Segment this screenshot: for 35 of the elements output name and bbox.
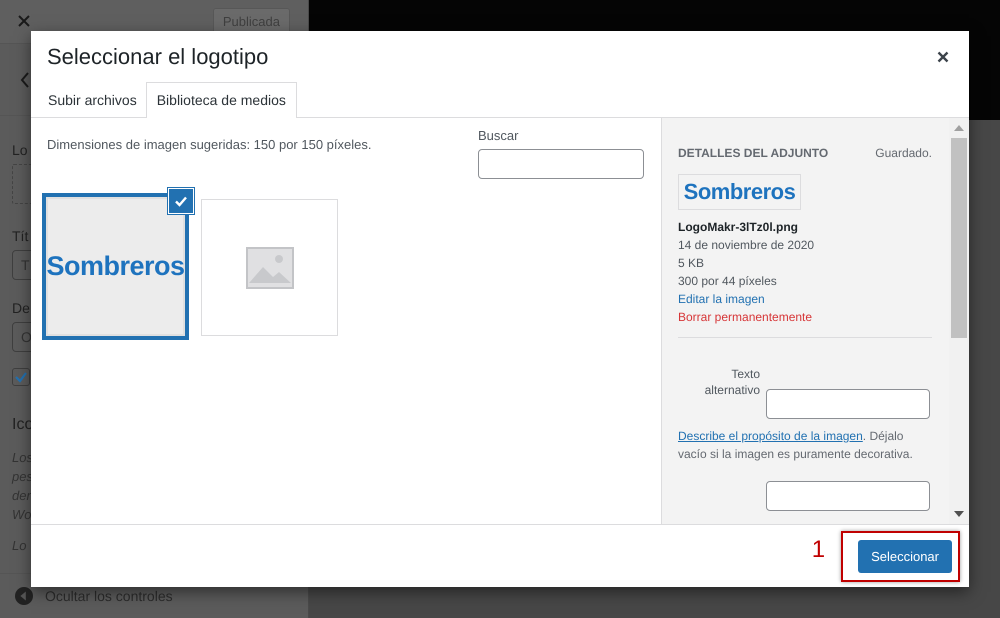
attachment-preview: Sombreros — [678, 174, 801, 210]
close-icon[interactable] — [937, 50, 949, 62]
search-field[interactable] — [478, 149, 644, 179]
back-icon[interactable] — [20, 72, 30, 88]
caption-field[interactable] — [766, 481, 930, 511]
delete-link[interactable]: Borrar permanentemente — [678, 308, 932, 326]
edit-image-link[interactable]: Editar la imagen — [678, 290, 932, 308]
search-label: Buscar — [478, 128, 520, 143]
field-label: Tít — [12, 228, 28, 244]
upload-date: 14 de noviembre de 2020 — [678, 237, 816, 254]
image-dimensions: 300 por 44 píxeles — [678, 273, 778, 290]
hint-text: Dimensiones de imagen sugeridas: 150 por 150 píxeles. — [46, 136, 372, 154]
dialog-title: Seleccionar el logotipo — [47, 44, 268, 70]
scroll-up-icon[interactable] — [954, 125, 964, 131]
tab[interactable]: Subir archivos — [39, 82, 146, 118]
alt-text-label: Texto alternativo — [704, 366, 760, 398]
collapse-icon[interactable] — [15, 587, 33, 606]
field-label: Lo — [12, 142, 28, 158]
scroll-down-icon[interactable] — [954, 511, 964, 517]
help-link[interactable]: Describe el propósito de la imagen — [678, 429, 863, 443]
file-name: LogoMakr-3lTz0l.png — [678, 219, 799, 236]
alt-text-field[interactable] — [766, 389, 930, 419]
details-heading: DETALLES DEL ADJUNTO — [678, 146, 828, 160]
checkbox[interactable] — [12, 368, 30, 386]
check-icon[interactable] — [168, 188, 194, 214]
tab[interactable]: Biblioteca de medios — [146, 82, 297, 118]
select-button[interactable]: Seleccionar — [858, 540, 952, 572]
help-text: Describe el propósito de la imagen. Déjalo vacío si la imagen es puramente decorativa. — [678, 428, 914, 463]
annotation-number: 1 — [812, 536, 826, 564]
file-size: 5 KB — [678, 255, 706, 272]
saved-status: Guardado. — [875, 146, 932, 160]
logo-text: Sombreros — [46, 251, 185, 282]
image-placeholder-icon — [246, 246, 294, 288]
attachment-thumbnail[interactable] — [201, 199, 338, 336]
field-label: De — [12, 300, 30, 316]
